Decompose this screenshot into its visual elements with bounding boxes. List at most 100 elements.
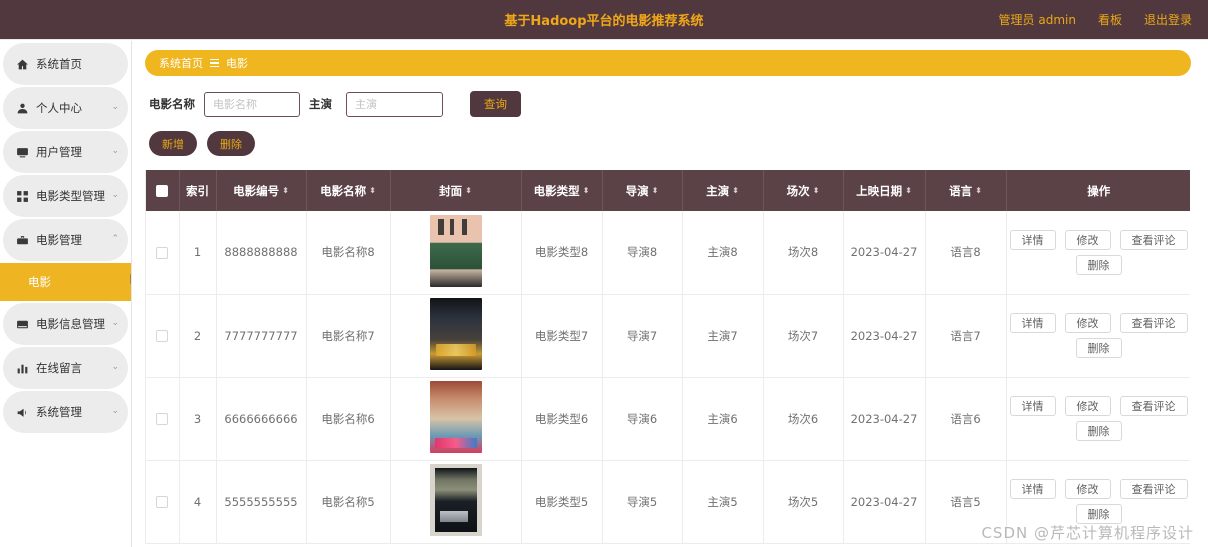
view-comments-button[interactable]: 查看评论	[1119, 229, 1188, 250]
column-header-language[interactable]: 语言 ⬍	[925, 170, 1007, 211]
sidebar-item-label: 电影信息管理	[36, 317, 105, 331]
detail-button[interactable]: 详情	[1009, 313, 1056, 333]
cell-director: 导演7	[602, 294, 683, 378]
operation-buttons: 详情 修改 查看评论删除	[1009, 479, 1189, 524]
sidebar-item-label: 用户管理	[36, 145, 82, 159]
row-checkbox[interactable]	[156, 496, 169, 508]
row-checkbox[interactable]	[156, 330, 169, 342]
grid-icon	[15, 189, 29, 203]
sidebar-item-system-management[interactable]: 系统管理 ⌄	[3, 391, 128, 433]
sort-icon[interactable]: ⬍	[975, 187, 982, 195]
header-actions: 管理员 admin 看板 退出登录	[999, 11, 1192, 28]
column-header-label: 语言	[949, 183, 973, 198]
row-checkbox[interactable]	[156, 413, 169, 425]
column-header-movie-type[interactable]: 电影类型 ⬍	[521, 170, 603, 211]
edit-button[interactable]: 修改	[1064, 313, 1111, 333]
cell-select	[146, 377, 180, 461]
view-comments-button[interactable]: 查看评论	[1119, 479, 1188, 499]
sidebar-item-movie-type-management[interactable]: 电影类型管理 ⌄	[3, 175, 128, 217]
column-header-label: 主演	[706, 183, 730, 198]
search-form: 电影名称 主演 查询	[145, 91, 1196, 117]
breadcrumb-current: 电影	[226, 57, 248, 70]
logout-link[interactable]: 退出登录	[1144, 11, 1192, 28]
sidebar-item-online-message[interactable]: 在线留言 ⌄	[3, 347, 128, 389]
movie-table: 索引 电影编号 ⬍ 电影名称 ⬍ 封面 ⬍ 电影类型 ⬍ 导演 ⬍ 主演 ⬍ 场次 ⬍ 上映日期 ⬍ 语言 ⬍ 操作 …	[146, 170, 1190, 544]
movie-name-input[interactable]	[204, 91, 300, 117]
sort-icon[interactable]: ⬍	[369, 187, 376, 195]
actor-input[interactable]	[346, 91, 443, 117]
detail-button[interactable]: 详情	[1009, 229, 1056, 250]
cell-cover	[390, 377, 522, 461]
cell-movie-id: 7777777777	[216, 294, 307, 378]
cell-operations: 详情 修改 查看评论删除	[1006, 460, 1190, 544]
sidebar-item-movie-management[interactable]: 电影管理 ⌃	[3, 219, 128, 261]
column-header-director[interactable]: 导演 ⬍	[602, 170, 683, 211]
delete-row-button[interactable]: 删除	[1075, 254, 1122, 275]
sidebar-item-home[interactable]: 系统首页	[3, 43, 128, 85]
movie-poster-image[interactable]	[429, 464, 482, 536]
sort-icon[interactable]: ⬍	[732, 187, 739, 195]
sort-icon[interactable]: ⬍	[905, 187, 912, 195]
board-link[interactable]: 看板	[1098, 11, 1122, 28]
add-button[interactable]: 新增	[149, 131, 197, 156]
admin-label[interactable]: 管理员 admin	[999, 11, 1076, 28]
cell-session: 场次7	[763, 294, 844, 378]
cell-index: 3	[179, 377, 217, 461]
sidebar-item-movie-info-management[interactable]: 电影信息管理 ⌄	[3, 303, 128, 345]
chevron-down-icon: ⌄	[111, 317, 119, 328]
movie-poster-image[interactable]	[429, 381, 482, 453]
sidebar-item-user-management[interactable]: 用户管理 ⌄	[3, 131, 128, 173]
sidebar-item-profile[interactable]: 个人中心 ⌄	[3, 87, 128, 129]
column-header-cover[interactable]: 封面 ⬍	[390, 170, 522, 211]
edit-button[interactable]: 修改	[1064, 396, 1111, 416]
cell-movie-id: 8888888888	[216, 211, 307, 295]
main-content: 系统首页 电影 电影名称 主演 查询 新增 删除 索引电影编号⬍电影名称⬍封面⬍…	[133, 41, 1208, 547]
delete-row-button[interactable]: 删除	[1075, 421, 1122, 441]
delete-row-button[interactable]: 删除	[1075, 338, 1122, 358]
sort-icon[interactable]: ⬍	[652, 187, 659, 195]
breadcrumb-home[interactable]: 系统首页	[159, 55, 203, 71]
edit-button[interactable]: 修改	[1064, 479, 1111, 499]
column-header-movie-id[interactable]: 电影编号 ⬍	[216, 170, 307, 211]
view-comments-button[interactable]: 查看评论	[1119, 396, 1188, 416]
sort-icon[interactable]: ⬍	[813, 187, 820, 195]
table-body: 1 8888888888 电影名称8 电影类型8 导演8 主演8 场次8 2023-04-27…	[146, 211, 1190, 544]
home-icon	[15, 57, 29, 71]
movie-poster-image[interactable]	[429, 298, 482, 370]
delete-row-button[interactable]: 删除	[1075, 504, 1122, 524]
edit-button[interactable]: 修改	[1064, 229, 1111, 250]
cell-cover	[390, 294, 522, 378]
table-header-row: 索引 电影编号 ⬍ 电影名称 ⬍ 封面 ⬍ 电影类型 ⬍ 导演 ⬍ 主演 ⬍ 场次 ⬍ 上映日期 ⬍ 语言 ⬍ 操作	[146, 170, 1190, 211]
sort-icon[interactable]: ⬍	[583, 187, 590, 195]
cell-language: 语言5	[925, 460, 1007, 544]
table-row: 2 7777777777 电影名称7 电影类型7 导演7 主演7 场次7 2023-04-27…	[146, 294, 1190, 378]
movie-name-label: 电影名称	[149, 97, 195, 111]
select-all-checkbox[interactable]	[156, 185, 169, 197]
detail-button[interactable]: 详情	[1009, 396, 1056, 416]
megaphone-icon	[15, 405, 29, 419]
cell-select	[146, 211, 180, 295]
chevron-down-icon: ⌄	[111, 405, 119, 416]
detail-button[interactable]: 详情	[1009, 479, 1056, 499]
column-header-movie-name[interactable]: 电影名称 ⬍	[306, 170, 391, 211]
cell-language: 语言6	[925, 377, 1007, 461]
view-comments-button[interactable]: 查看评论	[1119, 313, 1188, 333]
movie-poster-image[interactable]	[429, 214, 482, 287]
cell-session: 场次5	[763, 460, 844, 544]
column-header-release-date[interactable]: 上映日期 ⬍	[843, 170, 926, 211]
column-header-label: 索引	[186, 183, 209, 198]
column-header-actor[interactable]: 主演 ⬍	[682, 170, 764, 211]
cell-cover	[390, 460, 522, 544]
delete-button[interactable]: 删除	[207, 131, 255, 156]
sidebar-item-label: 在线留言	[36, 361, 82, 375]
cell-movie-type: 电影类型7	[521, 294, 603, 378]
row-checkbox[interactable]	[156, 246, 169, 259]
sort-icon[interactable]: ⬍	[282, 187, 289, 195]
sidebar-subitem-movie[interactable]: 电影	[0, 263, 131, 301]
column-header-label: 电影类型	[533, 183, 580, 198]
sidebar-item-label: 系统管理	[36, 405, 82, 419]
query-button[interactable]: 查询	[470, 91, 521, 117]
table-toolbar: 新增 删除	[145, 131, 1196, 156]
sort-icon[interactable]: ⬍	[465, 187, 472, 195]
column-header-session[interactable]: 场次 ⬍	[763, 170, 844, 211]
